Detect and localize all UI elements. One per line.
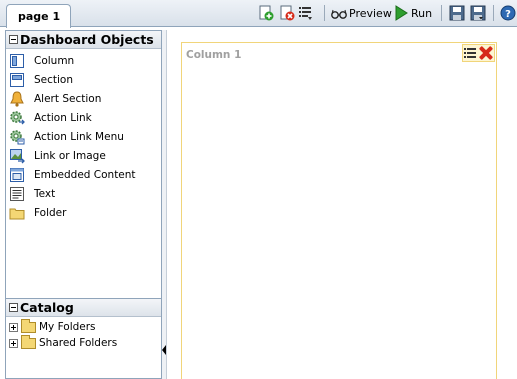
- object-item-label: Column: [34, 54, 75, 67]
- run-button[interactable]: Run: [393, 4, 432, 22]
- section-icon: [9, 72, 25, 88]
- catalog-item-label: Shared Folders: [39, 337, 118, 349]
- object-item-label: Action Link: [34, 111, 92, 124]
- catalog-header[interactable]: Catalog: [6, 299, 161, 317]
- catalog-item-my-folders[interactable]: My Folders: [6, 318, 161, 335]
- preview-button[interactable]: Preview: [331, 4, 392, 22]
- save-icon: [449, 5, 465, 21]
- object-item-embedded-content[interactable]: Embedded Content: [6, 165, 161, 184]
- object-item-folder[interactable]: Folder: [6, 203, 161, 222]
- dashboard-objects-list: Column Section Alert Section Action Link…: [6, 49, 161, 222]
- image-link-icon: [9, 148, 25, 164]
- list-options-icon: [298, 5, 314, 21]
- text-icon: [9, 186, 25, 202]
- collapse-icon[interactable]: [9, 35, 18, 44]
- toolbar-separator: [493, 5, 494, 21]
- object-item-label: Embedded Content: [34, 168, 136, 181]
- gear-link-icon: [9, 110, 25, 126]
- svg-text:?: ?: [505, 9, 511, 20]
- help-button[interactable]: ?: [500, 4, 516, 22]
- help-icon: ?: [500, 5, 516, 21]
- column-icon: [9, 53, 25, 69]
- save-as-icon: [470, 5, 486, 21]
- embedded-content-icon: [9, 167, 25, 183]
- delete-column-icon[interactable]: [479, 46, 493, 60]
- object-item-link-or-image[interactable]: Link or Image: [6, 146, 161, 165]
- catalog-item-label: My Folders: [39, 321, 96, 333]
- layout-canvas: Column 1: [167, 30, 517, 379]
- folder-icon: [21, 318, 36, 333]
- bell-icon: [9, 90, 25, 107]
- collapse-icon[interactable]: [9, 303, 18, 312]
- object-item-action-link[interactable]: Action Link: [6, 108, 161, 127]
- column-title: Column 1: [186, 49, 242, 61]
- column-properties-icon[interactable]: [463, 47, 478, 59]
- catalog-panel: Catalog My Folders Shared Folders: [6, 298, 161, 379]
- folder-icon: [9, 205, 25, 221]
- toolbar-separator: [441, 5, 442, 21]
- save-as-button[interactable]: [470, 4, 486, 22]
- add-page-icon: [258, 5, 274, 21]
- page-options-button[interactable]: [298, 4, 314, 22]
- object-item-label: Folder: [34, 206, 67, 219]
- collapse-arrow-icon[interactable]: [162, 345, 166, 355]
- dashboard-objects-header[interactable]: Dashboard Objects: [6, 31, 161, 49]
- delete-page-icon: [279, 5, 295, 21]
- object-item-action-link-menu[interactable]: Action Link Menu: [6, 127, 161, 146]
- delete-page-button[interactable]: [279, 4, 295, 22]
- object-item-column[interactable]: Column: [6, 51, 161, 70]
- save-button[interactable]: [449, 4, 465, 22]
- toolbar: page 1 Preview Run ?: [0, 0, 517, 28]
- add-page-button[interactable]: [258, 4, 274, 22]
- column-container[interactable]: Column 1: [181, 42, 497, 379]
- column-toolbar: [462, 44, 495, 62]
- object-item-label: Text: [34, 187, 56, 200]
- preview-label: Preview: [349, 6, 392, 20]
- play-icon: [393, 5, 409, 21]
- object-item-alert-section[interactable]: Alert Section: [6, 89, 161, 108]
- catalog-title: Catalog: [20, 300, 74, 315]
- expand-icon[interactable]: [9, 322, 18, 332]
- gear-menu-icon: [9, 129, 25, 145]
- object-item-text[interactable]: Text: [6, 184, 161, 203]
- left-pane: Dashboard Objects Column Section Alert S…: [5, 30, 162, 379]
- object-item-label: Section: [34, 73, 74, 86]
- catalog-item-shared-folders[interactable]: Shared Folders: [6, 334, 161, 351]
- dashboard-objects-title: Dashboard Objects: [20, 32, 154, 47]
- tab-page-1[interactable]: page 1: [6, 4, 71, 28]
- folder-icon: [21, 334, 36, 349]
- object-item-label: Link or Image: [34, 149, 106, 162]
- glasses-icon: [331, 5, 347, 21]
- object-item-label: Alert Section: [34, 92, 102, 105]
- object-item-section[interactable]: Section: [6, 70, 161, 89]
- run-label: Run: [411, 6, 433, 20]
- expand-icon[interactable]: [9, 338, 18, 348]
- object-item-label: Action Link Menu: [34, 130, 124, 143]
- toolbar-separator: [324, 5, 325, 21]
